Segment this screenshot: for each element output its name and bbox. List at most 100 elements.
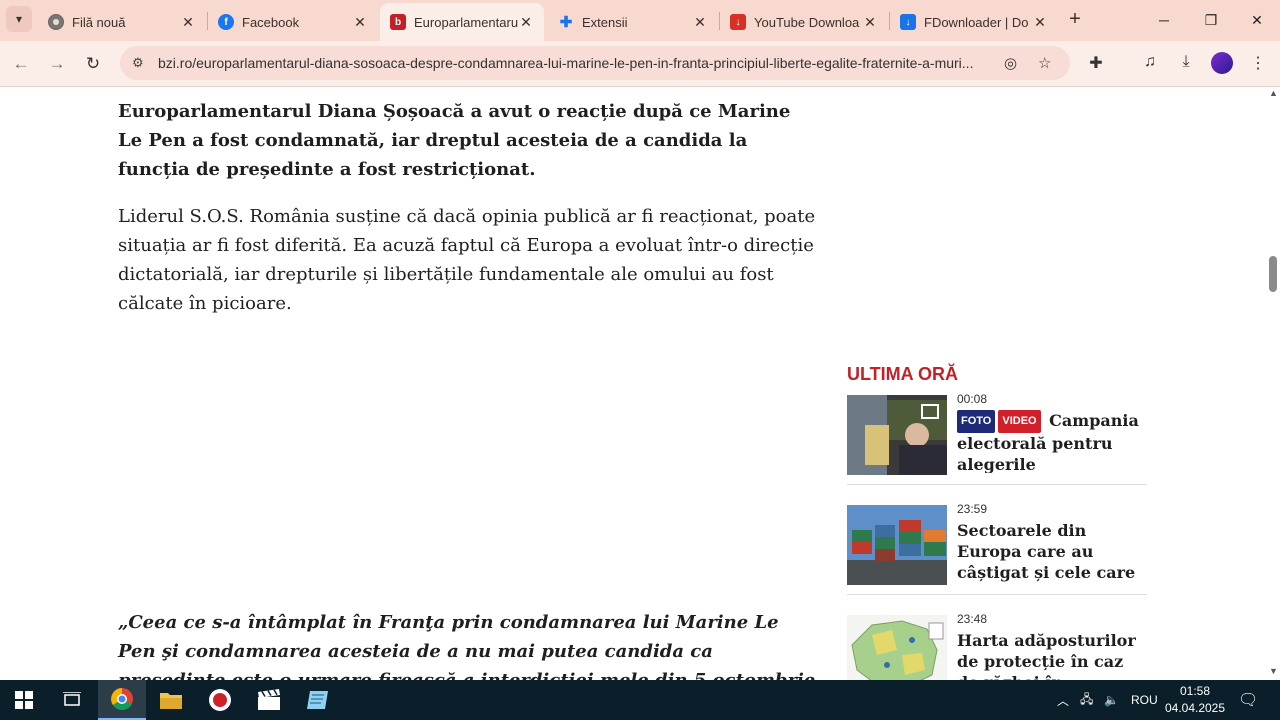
chevron-down-icon: ▾: [15, 12, 23, 26]
address-bar[interactable]: ⚙ bzi.ro/europarlamentarul-diana-sosoaca…: [120, 46, 1070, 80]
tab-europarlamentarul[interactable]: b Europarlamentarul ✕: [380, 3, 544, 41]
clock-date: 04.04.2025: [1164, 701, 1226, 715]
star-icon[interactable]: ☆: [1038, 54, 1051, 72]
notifications-button[interactable]: 🗨: [1238, 680, 1258, 720]
windows-icon: [15, 691, 33, 709]
close-icon[interactable]: ✕: [692, 14, 708, 31]
news-item[interactable]: 23:48 Harta adăposturilor de protecție î…: [847, 608, 1147, 680]
bzi-icon: b: [390, 14, 406, 30]
taskbar-recorder[interactable]: [196, 680, 244, 720]
news-item[interactable]: 23:59 Sectoarele din Europa care au câșt…: [847, 498, 1147, 598]
chrome-icon: [48, 14, 64, 30]
arrow-left-icon: ←: [12, 54, 30, 73]
restore-button[interactable]: ❐: [1188, 0, 1234, 40]
close-icon: ✕: [1251, 11, 1263, 28]
tab-title: YouTube Downloa: [754, 14, 860, 30]
download-icon[interactable]: ⤓: [1175, 53, 1197, 71]
extensions-icon[interactable]: ✚: [1085, 53, 1107, 73]
news-item[interactable]: 00:08 FOTO VIDEO Campania electorală pent…: [847, 388, 1147, 488]
close-icon[interactable]: ✕: [352, 14, 368, 31]
page-content: Europarlamentarul Diana Șoșoacă a avut o…: [0, 88, 1266, 680]
forward-button[interactable]: →: [44, 51, 70, 77]
sidebar-title: ULTIMA ORĂ: [847, 364, 958, 384]
tray-network[interactable]: 🖧: [1080, 680, 1093, 720]
badge-foto: FOTO: [957, 410, 996, 433]
eye-off-icon[interactable]: ◎: [1004, 54, 1017, 72]
back-button[interactable]: ←: [8, 51, 34, 77]
windows-taskbar: ︿ 🖧 🔈 ROU 01:58 04.04.2025 🗨: [0, 680, 1280, 720]
profile-avatar[interactable]: [1211, 52, 1233, 74]
reload-button[interactable]: ↻: [80, 51, 106, 77]
tab-title: Facebook: [242, 14, 300, 30]
tab-extensii[interactable]: ✚ Extensii ✕: [548, 3, 718, 41]
news-divider: [847, 594, 1147, 595]
notification-icon: 🗨: [1238, 692, 1259, 709]
notepad-icon: [307, 691, 328, 709]
puzzle-icon: ✚: [559, 14, 573, 31]
url-text[interactable]: bzi.ro/europarlamentarul-diana-sosoaca-d…: [158, 55, 988, 71]
download-icon: ↓: [900, 14, 916, 30]
close-icon[interactable]: ✕: [518, 14, 534, 31]
close-icon[interactable]: ✕: [180, 14, 196, 31]
clapperboard-icon: [258, 689, 280, 710]
tab-title: Filă nouă: [72, 14, 126, 30]
tray-volume[interactable]: 🔈: [1104, 680, 1119, 720]
language-indicator: ROU: [1131, 693, 1158, 707]
folder-icon: [160, 693, 182, 709]
tray-expand-button[interactable]: ︿: [1057, 680, 1069, 720]
clock-time: 01:58: [1179, 684, 1211, 698]
task-view-icon: [63, 692, 81, 706]
chevron-up-icon: ︿: [1057, 693, 1070, 708]
news-divider: [847, 484, 1147, 485]
tab-new-tab[interactable]: Filă nouă ✕: [38, 3, 206, 41]
download-icon: ↓: [730, 14, 746, 30]
reload-icon: ↻: [85, 54, 101, 73]
article-lead: Europarlamentarul Diana Șoșoacă a avut o…: [118, 101, 791, 180]
network-icon: 🖧: [1080, 691, 1094, 706]
chrome-icon: [111, 688, 133, 710]
tab-strip: ▾ Filă nouă ✕ f Facebook ✕ b Europarlame…: [0, 0, 1280, 41]
scroll-up-icon[interactable]: ▲: [1269, 88, 1278, 98]
tab-title: Europarlamentarul: [414, 14, 518, 30]
badge-video: VIDEO: [998, 410, 1041, 433]
taskbar-file-explorer[interactable]: [147, 680, 195, 720]
taskbar-video-editor[interactable]: [245, 680, 293, 720]
site-settings-icon[interactable]: ⚙: [132, 55, 152, 71]
minimize-icon: ─: [1159, 12, 1169, 28]
close-icon[interactable]: ✕: [862, 14, 878, 31]
close-window-button[interactable]: ✕: [1234, 0, 1280, 40]
tray-language[interactable]: ROU: [1131, 680, 1158, 720]
news-headline[interactable]: FOTO VIDEO Campania electorală pentru ale…: [957, 410, 1147, 473]
tab-title: FDownloader | Do: [924, 14, 1029, 30]
taskbar-app[interactable]: [294, 680, 342, 720]
new-tab-button[interactable]: +: [1064, 8, 1086, 30]
start-button[interactable]: [0, 680, 48, 720]
media-control-icon[interactable]: ♫: [1139, 53, 1161, 71]
tab-title: Extensii: [582, 14, 628, 30]
scroll-down-icon[interactable]: ▼: [1269, 666, 1278, 676]
taskbar-chrome[interactable]: [98, 680, 146, 720]
tab-youtube-downloader[interactable]: ↓ YouTube Downloa ✕: [720, 3, 888, 41]
tab-fdownloader[interactable]: ↓ FDownloader | Do ✕: [890, 3, 1058, 41]
menu-icon[interactable]: ⋮: [1247, 53, 1269, 73]
news-headline[interactable]: Harta adăposturilor de protecție în caz …: [957, 630, 1147, 680]
article-paragraph: Liderul S.O.S. România susține că dacă o…: [118, 206, 816, 314]
minimize-button[interactable]: ─: [1141, 0, 1187, 40]
news-thumbnail[interactable]: [847, 505, 947, 585]
browser-toolbar: ← → ↻ ⚙ bzi.ro/europarlamentarul-diana-s…: [0, 41, 1280, 87]
news-time: 23:48: [957, 612, 988, 626]
record-icon: [209, 689, 231, 711]
tab-facebook[interactable]: f Facebook ✕: [208, 3, 378, 41]
facebook-icon: f: [218, 14, 234, 30]
page-scrollbar[interactable]: ▲ ▼: [1266, 88, 1280, 680]
task-view-button[interactable]: [48, 680, 96, 720]
taskbar-clock[interactable]: 01:58 04.04.2025: [1160, 683, 1230, 717]
close-icon[interactable]: ✕: [1032, 14, 1048, 31]
scrollbar-thumb[interactable]: [1269, 256, 1277, 292]
article-quote: „Ceea ce s-a întâmplat în Franţa prin co…: [118, 612, 815, 680]
news-thumbnail[interactable]: [847, 615, 947, 680]
arrow-right-icon: →: [48, 54, 66, 73]
tab-search-button[interactable]: ▾: [6, 6, 32, 32]
news-headline[interactable]: Sectoarele din Europa care au câștigat ș…: [957, 520, 1147, 583]
news-thumbnail[interactable]: [847, 395, 947, 475]
